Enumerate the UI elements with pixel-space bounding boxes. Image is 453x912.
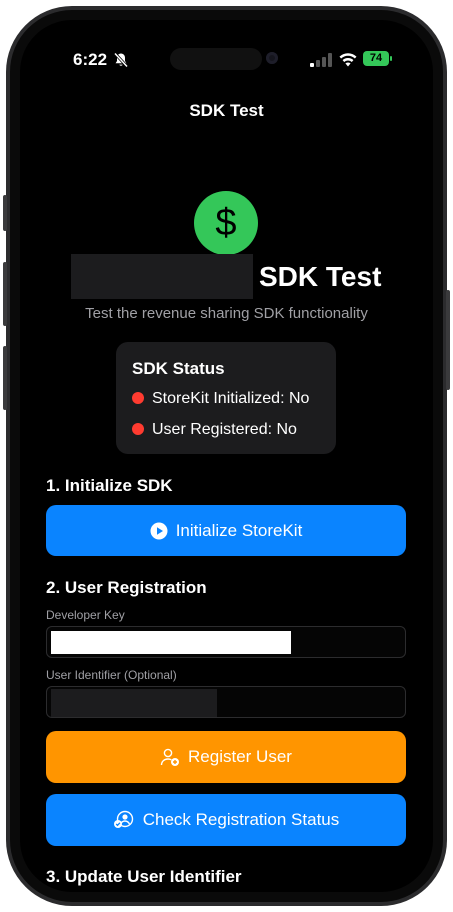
user-registered-status-row: User Registered: No [132, 421, 297, 439]
volume-down-button [3, 346, 7, 410]
user-identifier-label: User Identifier (Optional) [46, 668, 177, 682]
status-dot-icon [132, 422, 144, 435]
redacted-app-name [71, 254, 253, 299]
cellular-signal-icon [310, 53, 332, 67]
section-registration-title: 2. User Registration [46, 578, 207, 597]
dynamic-island [170, 48, 262, 70]
initialize-storekit-button[interactable]: Initialize StoreKit [46, 505, 406, 556]
page-subtitle: Test the revenue sharing SDK functionali… [85, 305, 368, 322]
wifi-icon [339, 53, 357, 67]
user-registered-status-label: User Registered: No [152, 421, 297, 438]
check-registration-status-label: Check Registration Status [142, 810, 340, 829]
dollar-sign-icon: $ [194, 191, 258, 255]
register-user-label: Register User [188, 747, 292, 766]
redacted-user-identifier [51, 689, 217, 717]
battery-indicator: 74 [363, 51, 389, 66]
action-button [3, 195, 7, 231]
bell-slash-icon [113, 52, 129, 68]
person-add-icon [160, 748, 180, 766]
power-button [446, 290, 450, 390]
status-dot-icon [132, 391, 144, 404]
front-camera [266, 52, 278, 64]
app-screen: 6:22 74 SDK Test $ SDK Test Test the rev… [20, 20, 433, 892]
storekit-status-label: StoreKit Initialized: No [152, 390, 310, 407]
register-user-button[interactable]: Register User [46, 731, 406, 783]
volume-up-button [3, 262, 7, 326]
developer-key-label: Developer Key [46, 608, 125, 622]
status-time: 6:22 [73, 50, 108, 69]
section-initialize-title: 1. Initialize SDK [46, 476, 173, 495]
play-circle-icon [150, 522, 168, 539]
page-title: SDK Test [259, 261, 382, 292]
section-update-identifier-title: 3. Update User Identifier [46, 867, 242, 886]
storekit-status-row: StoreKit Initialized: No [132, 390, 309, 408]
user-identifier-field[interactable] [46, 686, 406, 718]
person-check-icon [113, 810, 133, 828]
nav-title: SDK Test [189, 101, 264, 120]
battery-cap [390, 56, 392, 61]
initialize-storekit-label: Initialize StoreKit [175, 520, 303, 540]
developer-key-field[interactable] [46, 626, 406, 658]
redacted-developer-key [51, 631, 291, 654]
sdk-status-card: SDK Status StoreKit Initialized: No User… [116, 342, 336, 454]
check-registration-status-button[interactable]: Check Registration Status [46, 794, 406, 846]
sdk-status-title: SDK Status [132, 359, 225, 378]
